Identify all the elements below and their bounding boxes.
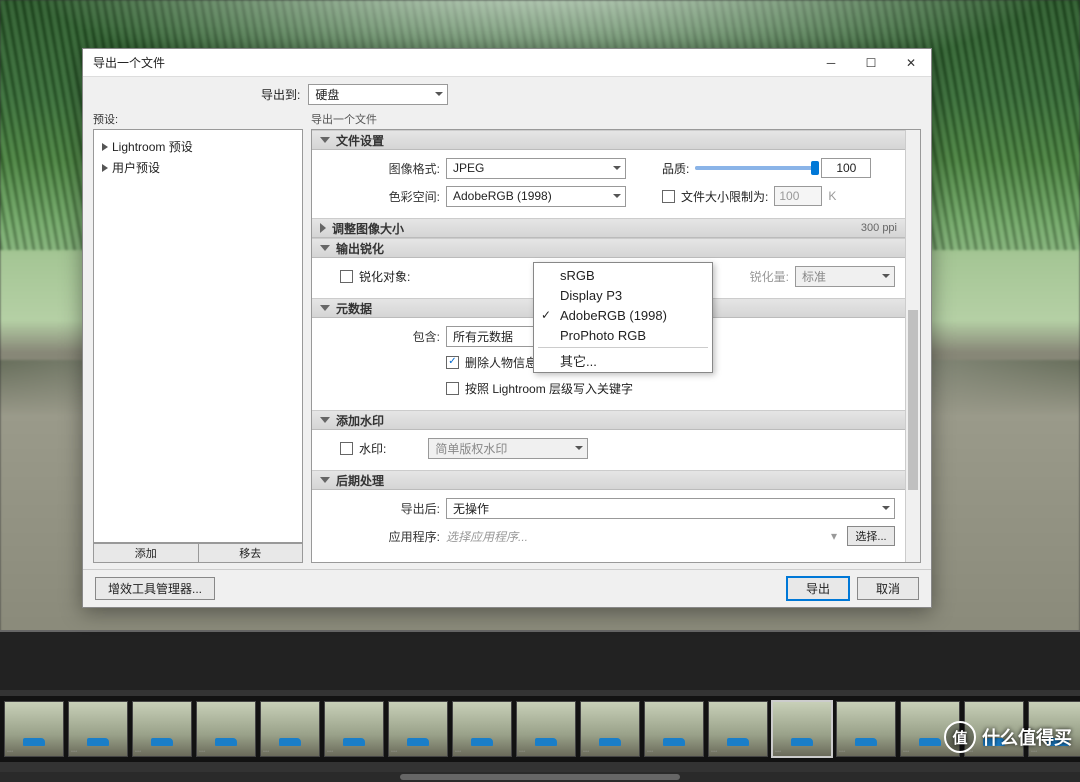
- remove-preset-button[interactable]: 移去: [199, 543, 304, 563]
- thumbnail[interactable]: ▫▫▫: [260, 701, 320, 757]
- quality-label: 品质:: [662, 160, 689, 177]
- panel-scrollbar[interactable]: [905, 130, 920, 562]
- limit-size-checkbox[interactable]: [662, 190, 675, 203]
- dropdown-option-other[interactable]: 其它...: [534, 350, 712, 370]
- sharpen-amount-label: 锐化量:: [750, 268, 789, 285]
- triangle-down-icon: [320, 477, 330, 483]
- right-panel-label: 导出一个文件: [311, 111, 921, 127]
- remove-people-label: 删除人物信息: [465, 354, 537, 371]
- thumbnail-selected[interactable]: ▫▫▫: [772, 701, 832, 757]
- triangle-down-icon: [320, 305, 330, 311]
- color-space-dropdown[interactable]: sRGB Display P3 AdobeRGB (1998) ProPhoto…: [533, 262, 713, 373]
- app-dark-bar: [0, 630, 1080, 690]
- application-label: 应用程序:: [322, 528, 440, 545]
- sharpen-amount-select: 标准: [795, 266, 895, 287]
- section-post-header[interactable]: 后期处理: [312, 470, 905, 490]
- thumbnail[interactable]: ▫▫▫: [644, 701, 704, 757]
- application-placeholder: 选择应用程序...: [446, 528, 825, 545]
- thumbnail[interactable]: ▫▫▫: [68, 701, 128, 757]
- thumbnail[interactable]: ▫▫▫: [4, 701, 64, 757]
- section-file-settings-header[interactable]: 文件设置: [312, 130, 905, 150]
- dropdown-option-prophoto[interactable]: ProPhoto RGB: [534, 325, 712, 345]
- export-button[interactable]: 导出: [787, 577, 849, 600]
- dropdown-option-srgb[interactable]: sRGB: [534, 265, 712, 285]
- limit-size-input: 100: [774, 186, 822, 206]
- filmstrip-scrollbar[interactable]: [0, 772, 1080, 782]
- thumbnail[interactable]: ▫▫▫: [580, 701, 640, 757]
- after-export-select[interactable]: 无操作: [446, 498, 895, 519]
- watermark-icon: 值: [944, 721, 976, 753]
- section-resize-header[interactable]: 调整图像大小 300 ppi: [312, 218, 905, 238]
- maximize-button[interactable]: ☐: [851, 49, 891, 77]
- after-export-label: 导出后:: [322, 500, 440, 517]
- export-to-label: 导出到:: [261, 86, 300, 103]
- watermark-checkbox[interactable]: [340, 442, 353, 455]
- export-to-select[interactable]: 硬盘: [308, 84, 448, 105]
- color-space-select[interactable]: AdobeRGB (1998): [446, 186, 626, 207]
- triangle-down-icon: [320, 137, 330, 143]
- section-watermark-header[interactable]: 添加水印: [312, 410, 905, 430]
- watermark-select: 简单版权水印: [428, 438, 588, 459]
- titlebar[interactable]: 导出一个文件 ─ ☐ ✕: [83, 49, 931, 77]
- watermark-text: 什么值得买: [982, 724, 1072, 750]
- metadata-include-label: 包含:: [322, 328, 440, 345]
- close-button[interactable]: ✕: [891, 49, 931, 77]
- preset-folder[interactable]: Lightroom 预设: [98, 136, 298, 157]
- watermark-label: 水印:: [359, 440, 386, 457]
- thumbnail[interactable]: ▫▫▫: [708, 701, 768, 757]
- plugin-manager-button[interactable]: 增效工具管理器...: [95, 577, 215, 600]
- minimize-button[interactable]: ─: [811, 49, 851, 77]
- presets-label: 预设:: [93, 111, 303, 127]
- preset-tree[interactable]: Lightroom 预设 用户预设: [93, 129, 303, 543]
- triangle-right-icon: [320, 223, 326, 233]
- add-preset-button[interactable]: 添加: [93, 543, 199, 563]
- site-watermark: 值 什么值得买: [944, 718, 1072, 756]
- thumbnail[interactable]: ▫▫▫: [836, 701, 896, 757]
- quality-slider[interactable]: [695, 166, 815, 170]
- thumbnail[interactable]: ▫▫▫: [452, 701, 512, 757]
- quality-input[interactable]: 100: [821, 158, 871, 178]
- triangle-right-icon: [102, 143, 108, 151]
- dropdown-option-adobergb[interactable]: AdobeRGB (1998): [534, 305, 712, 325]
- image-format-label: 图像格式:: [322, 160, 440, 177]
- thumbnail[interactable]: ▫▫▫: [388, 701, 448, 757]
- resize-summary: 300 ppi: [861, 222, 897, 234]
- dropdown-option-displayp3[interactable]: Display P3: [534, 285, 712, 305]
- thumbnail[interactable]: ▫▫▫: [516, 701, 576, 757]
- limit-size-unit: K: [828, 189, 836, 203]
- dropdown-separator: [538, 347, 708, 348]
- thumbnail[interactable]: ▫▫▫: [196, 701, 256, 757]
- dialog-title: 导出一个文件: [93, 54, 165, 71]
- preset-folder[interactable]: 用户预设: [98, 157, 298, 178]
- filmstrip[interactable]: ▫▫▫ ▫▫▫ ▫▫▫ ▫▫▫ ▫▫▫ ▫▫▫ ▫▫▫ ▫▫▫ ▫▫▫ ▫▫▫ …: [0, 696, 1080, 762]
- export-to-value: 硬盘: [315, 86, 339, 103]
- remove-people-checkbox[interactable]: ✓: [446, 356, 459, 369]
- limit-size-label: 文件大小限制为:: [681, 188, 768, 205]
- image-format-select[interactable]: JPEG: [446, 158, 626, 179]
- thumbnail[interactable]: ▫▫▫: [324, 701, 384, 757]
- choose-app-button[interactable]: 选择...: [847, 526, 895, 546]
- cancel-button[interactable]: 取消: [857, 577, 919, 600]
- section-sharpen-header[interactable]: 输出锐化: [312, 238, 905, 258]
- color-space-label: 色彩空间:: [322, 188, 440, 205]
- write-keywords-label: 按照 Lightroom 层级写入关键字: [465, 380, 633, 397]
- sharpen-checkbox[interactable]: [340, 270, 353, 283]
- write-keywords-checkbox[interactable]: [446, 382, 459, 395]
- sharpen-for-label: 锐化对象:: [359, 268, 410, 285]
- triangle-right-icon: [102, 164, 108, 172]
- thumbnail[interactable]: ▫▫▫: [132, 701, 192, 757]
- triangle-down-icon: [320, 417, 330, 423]
- export-dialog: 导出一个文件 ─ ☐ ✕ 导出到: 硬盘 预设: Lightroom 预设 用户…: [82, 48, 932, 608]
- triangle-down-icon: [320, 245, 330, 251]
